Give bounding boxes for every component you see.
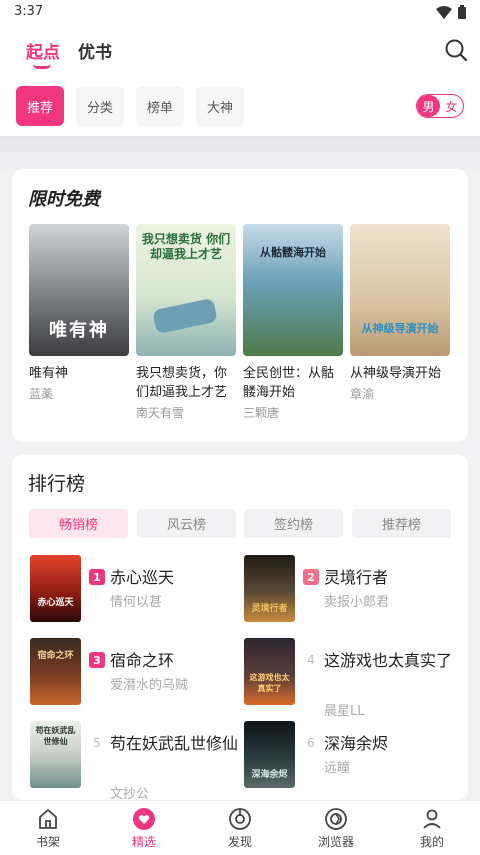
home-icon <box>39 809 57 829</box>
user-icon <box>423 809 441 829</box>
book-author: 卖报小郎君 <box>324 595 390 610</box>
nav-featured[interactable]: 精选 <box>96 801 192 855</box>
tab-youshu[interactable]: 优书 <box>78 38 112 63</box>
rank-list-item[interactable]: 灵境行者 2 灵境行者 卖报小郎君 <box>244 555 454 625</box>
book-author: 三颗唐 <box>243 406 280 420</box>
book-author: 晨星LL <box>324 704 365 719</box>
rank-number: 4 <box>307 653 315 667</box>
cover-title: 从骷髅海开始 <box>260 246 326 259</box>
gender-female-option[interactable]: 女 <box>440 95 463 117</box>
book-cover: 苟在妖武乱世修仙 <box>30 721 81 788</box>
cover-title: 灵境行者 <box>251 604 288 614</box>
status-icons <box>436 5 466 19</box>
tab-qidian[interactable]: 起点 <box>26 38 60 63</box>
rank-number: 5 <box>93 736 101 750</box>
cover-title: 宿命之环 <box>37 651 74 661</box>
book-author: 蓝薬 <box>29 387 54 401</box>
top-bar: 起点 优书 <box>0 26 480 76</box>
nav-bookshelf[interactable]: 书架 <box>0 801 96 855</box>
rank-tab-recommended[interactable]: 推荐榜 <box>352 509 451 538</box>
tab-active-indicator <box>33 64 51 69</box>
nav-discover[interactable]: 发现 <box>192 801 288 855</box>
free-book-card[interactable]: 我只想卖货 你们却逼我上才艺 我只想卖货，你们却逼我上才艺 南天有雪 <box>136 224 236 421</box>
nav-label: 发现 <box>227 835 252 849</box>
rank-list-item[interactable]: 赤心巡天 1 赤心巡天 情何以甚 <box>30 555 240 625</box>
book-title: 从神级导演开始 <box>350 366 442 381</box>
book-title: 赤心巡天 <box>110 568 175 587</box>
browser-icon <box>325 808 347 830</box>
free-book-card[interactable]: 从神级导演开始 从神级导演开始 章渝 <box>350 224 450 402</box>
nav-label: 书架 <box>35 835 60 849</box>
book-title: 这游戏也太真实了 <box>324 651 453 670</box>
heart-icon <box>133 808 155 830</box>
book-author: 爱潜水的乌贼 <box>110 678 189 693</box>
search-icon[interactable] <box>444 38 468 62</box>
book-cover: 从神级导演开始 <box>350 224 450 356</box>
nav-profile[interactable]: 我的 <box>384 801 480 855</box>
chip-category[interactable]: 分类 <box>76 86 124 126</box>
book-cover: 灵境行者 <box>244 555 295 622</box>
rank-number: 6 <box>307 736 315 750</box>
car-illustration <box>152 297 218 335</box>
wifi-icon <box>436 5 452 19</box>
compass-icon <box>229 808 251 830</box>
section-title: 排行榜 <box>28 473 86 495</box>
cover-title: 苟在妖武乱世修仙 <box>35 726 76 746</box>
battery-icon <box>458 5 466 19</box>
ranking-section: 排行榜 畅销榜 风云榜 签约榜 推荐榜 赤心巡天 1 赤心巡天 情何以甚 灵境行… <box>12 455 468 802</box>
rank-tab-bestseller[interactable]: 畅销榜 <box>29 509 128 538</box>
status-time: 3:37 <box>14 4 44 19</box>
free-book-card[interactable]: 唯有神 唯有神 蓝薬 <box>29 224 129 402</box>
cover-title: 这游戏也太真实了 <box>249 673 290 693</box>
rank-tab-trending[interactable]: 风云榜 <box>137 509 236 538</box>
book-cover: 从骷髅海开始 <box>243 224 343 356</box>
book-author: 南天有雪 <box>136 406 185 420</box>
rank-list-item[interactable]: 深海余烬 6 深海余烬 远瞳 <box>244 721 454 791</box>
rank-number: 3 <box>89 652 105 668</box>
cover-title: 深海余烬 <box>251 770 288 780</box>
section-title: 限时免费 <box>28 189 100 210</box>
book-cover: 我只想卖货 你们却逼我上才艺 <box>136 224 236 356</box>
limited-free-section: 限时免费 唯有神 唯有神 蓝薬 我只想卖货 你们却逼我上才艺 我只想卖货，你们却… <box>12 169 468 442</box>
free-book-card[interactable]: 从骷髅海开始 全民创世：从骷髅海开始 三颗唐 <box>243 224 343 421</box>
rank-number: 1 <box>89 569 105 585</box>
book-cover: 深海余烬 <box>244 721 295 788</box>
bottom-nav: 书架 精选 发现 浏览器 我的 <box>0 800 480 855</box>
chip-ranking[interactable]: 榜单 <box>136 86 184 126</box>
rank-list-item[interactable]: 宿命之环 3 宿命之环 爱潜水的乌贼 <box>30 638 240 708</box>
book-title: 唯有神 <box>29 366 69 381</box>
book-cover: 赤心巡天 <box>30 555 81 622</box>
book-cover: 这游戏也太真实了 <box>244 638 295 705</box>
rank-number: 2 <box>303 569 319 585</box>
chip-recommend[interactable]: 推荐 <box>16 86 64 126</box>
book-title: 我只想卖货，你们却逼我上才艺 <box>136 366 228 400</box>
book-author: 章渝 <box>350 387 375 401</box>
book-author: 情何以甚 <box>110 595 163 610</box>
cover-title: 赤心巡天 <box>37 598 74 608</box>
book-title: 苟在妖武乱世修仙 <box>110 734 239 753</box>
rank-list-item[interactable]: 这游戏也太真实了 4 这游戏也太真实了 晨星LL <box>244 638 454 719</box>
book-title: 宿命之环 <box>110 651 175 670</box>
book-cover: 唯有神 <box>29 224 129 356</box>
category-filter-row: 推荐 分类 榜单 大神 男 女 <box>0 76 480 136</box>
rank-tab-signed[interactable]: 签约榜 <box>244 509 343 538</box>
book-cover: 宿命之环 <box>30 638 81 705</box>
cover-title: 我只想卖货 你们却逼我上才艺 <box>141 232 231 261</box>
nav-browser[interactable]: 浏览器 <box>288 801 384 855</box>
cover-title: 唯有神 <box>49 320 109 341</box>
book-author: 远瞳 <box>324 761 351 776</box>
rank-list-item[interactable]: 苟在妖武乱世修仙 5 苟在妖武乱世修仙 文抄公 <box>30 721 240 802</box>
nav-label: 浏览器 <box>317 835 354 849</box>
chip-master[interactable]: 大神 <box>196 86 244 126</box>
status-bar: 3:37 <box>0 0 480 26</box>
gender-toggle[interactable]: 男 女 <box>416 94 464 118</box>
book-title: 深海余烬 <box>324 734 389 753</box>
gender-male-option[interactable]: 男 <box>417 95 440 117</box>
nav-label: 精选 <box>131 835 156 849</box>
cover-title: 从神级导演开始 <box>361 322 439 335</box>
book-title: 灵境行者 <box>324 568 389 587</box>
nav-label: 我的 <box>419 835 444 849</box>
book-title: 全民创世：从骷髅海开始 <box>243 366 335 400</box>
